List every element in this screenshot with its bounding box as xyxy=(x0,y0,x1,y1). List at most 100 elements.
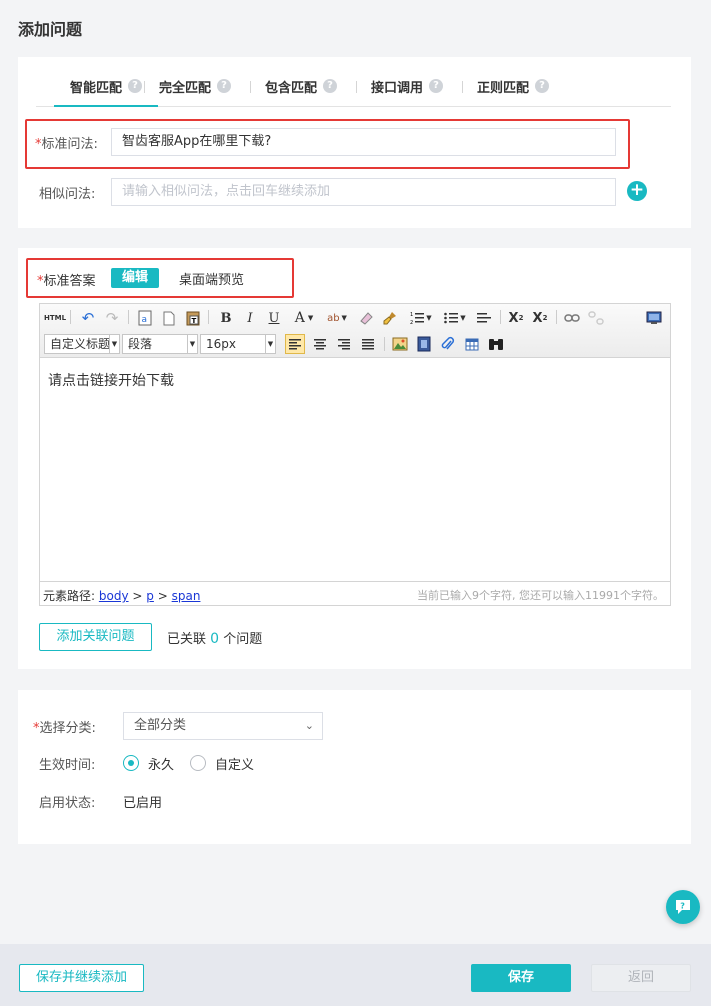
radio-custom[interactable] xyxy=(190,755,206,771)
settings-card: *选择分类: 全部分类 ⌄ 生效时间: 永久 自定义 启用状态: 已启用 xyxy=(18,690,691,844)
add-related-question-button[interactable]: 添加关联问题 xyxy=(39,623,152,651)
question-mark-icon: ? xyxy=(217,79,232,93)
italic-icon[interactable]: I xyxy=(240,308,260,328)
paragraph-select[interactable]: 段落 ▼ xyxy=(122,334,198,354)
question-mark-icon: ? xyxy=(128,79,143,93)
chevron-down-icon: ▼ xyxy=(265,335,275,353)
find-binoculars-icon[interactable] xyxy=(486,334,506,354)
toolbar-divider xyxy=(384,337,385,351)
paste-plain-icon[interactable]: T xyxy=(183,308,203,328)
font-size-select[interactable]: 16px ▼ xyxy=(200,334,276,354)
heading-select[interactable]: 自定义标题 ▼ xyxy=(44,334,120,354)
radio-permanent-label: 永久 xyxy=(148,758,175,773)
edit-tab-button[interactable]: 编辑 xyxy=(111,268,159,288)
similar-question-label: 相似问法: xyxy=(39,187,96,202)
unlink-icon[interactable] xyxy=(586,308,606,328)
toolbar-divider xyxy=(70,310,71,324)
path-p-link[interactable]: p xyxy=(146,589,154,603)
svg-text:a: a xyxy=(142,315,148,325)
svg-text:T: T xyxy=(192,317,197,325)
paste-text-icon[interactable]: a xyxy=(135,308,155,328)
standard-question-input[interactable]: 智齿客服App在哪里下载? xyxy=(111,128,616,156)
svg-text:?: ? xyxy=(680,902,685,911)
subscript-icon[interactable]: X2 xyxy=(530,308,550,328)
toolbar-divider xyxy=(500,310,501,324)
svg-text:1: 1 xyxy=(410,312,413,318)
video-icon[interactable] xyxy=(414,334,434,354)
question-mark-icon: ? xyxy=(429,79,444,93)
radio-custom-label: 自定义 xyxy=(215,758,255,773)
tab-contains-match[interactable]: 包含匹配 ? xyxy=(265,77,338,107)
element-path: 元素路径: body > p > span xyxy=(43,589,201,603)
underline-icon[interactable]: U xyxy=(264,308,284,328)
effective-time-label: 生效时间: xyxy=(39,758,96,773)
toolbar-divider xyxy=(208,310,209,324)
category-label: *选择分类: xyxy=(33,721,96,736)
editor-statusbar: 元素路径: body > p > span 当前已输入9个字符, 您还可以输入1… xyxy=(40,581,670,605)
tab-regex-match[interactable]: 正则匹配 ? xyxy=(477,77,550,107)
html-source-button[interactable]: HTML xyxy=(44,308,66,328)
standard-question-label: *标准问法: xyxy=(35,137,98,152)
save-button[interactable]: 保存 xyxy=(471,964,571,992)
question-mark-icon: ? xyxy=(323,79,338,93)
chat-question-icon[interactable]: ? xyxy=(666,890,700,924)
unordered-list-icon[interactable]: ▼ xyxy=(440,308,470,328)
back-button[interactable]: 返回 xyxy=(591,964,691,992)
enable-status-value: 已启用 xyxy=(123,796,163,811)
related-count-text: 已关联 0 个问题 xyxy=(167,631,263,647)
superscript-icon[interactable]: X2 xyxy=(506,308,526,328)
attachment-icon[interactable] xyxy=(438,334,458,354)
tab-divider xyxy=(356,81,357,93)
enable-status-label: 启用状态: xyxy=(39,796,96,811)
editor-content[interactable]: 请点击链接开始下载 xyxy=(48,370,174,390)
question-card: 智能匹配 ? 完全匹配 ? 包含匹配 ? 接口调用 ? 正则匹配 ? *标准问法… xyxy=(18,57,691,228)
align-justify-icon[interactable] xyxy=(358,334,378,354)
svg-text:2: 2 xyxy=(410,320,413,325)
radio-permanent[interactable] xyxy=(123,755,139,771)
toolbar-divider xyxy=(128,310,129,324)
related-count: 0 xyxy=(210,631,220,647)
line-height-icon[interactable] xyxy=(474,308,494,328)
plus-circle-icon[interactable]: + xyxy=(627,181,647,201)
tab-exact-match[interactable]: 完全匹配 ? xyxy=(159,77,232,107)
highlight-color-icon[interactable]: ab ▼ xyxy=(322,308,352,328)
bold-icon[interactable]: B xyxy=(216,308,236,328)
font-color-icon[interactable]: A ▼ xyxy=(289,308,319,328)
eraser-icon[interactable] xyxy=(356,308,376,328)
tab-divider xyxy=(250,81,251,93)
answer-card: *标准答案 编辑 桌面端预览 HTML ↶ ↷ a T B I U A ▼ ab ▼ xyxy=(18,248,691,669)
tab-smart-match[interactable]: 智能匹配 ? xyxy=(54,77,159,107)
tab-api-call[interactable]: 接口调用 ? xyxy=(371,77,444,107)
editor-toolbar: HTML ↶ ↷ a T B I U A ▼ ab ▼ 1 2 ▼ ▼ X 2 … xyxy=(40,304,670,358)
page-title: 添加问题 xyxy=(18,20,83,39)
char-count: 当前已输入9个字符, 您还可以输入11991个字符。 xyxy=(417,589,664,602)
path-body-link[interactable]: body xyxy=(99,589,129,603)
standard-answer-label: *标准答案 xyxy=(37,274,96,289)
save-and-continue-button[interactable]: 保存并继续添加 xyxy=(19,964,144,992)
align-left-icon[interactable] xyxy=(285,334,305,354)
tab-divider xyxy=(144,81,145,93)
chevron-down-icon: ▼ xyxy=(187,335,197,353)
question-mark-icon: ? xyxy=(535,79,550,93)
toolbar-divider xyxy=(556,310,557,324)
chevron-down-icon: ▼ xyxy=(109,335,119,353)
path-span-link[interactable]: span xyxy=(172,589,201,603)
align-center-icon[interactable] xyxy=(310,334,330,354)
undo-icon[interactable]: ↶ xyxy=(78,308,98,328)
align-right-icon[interactable] xyxy=(334,334,354,354)
similar-question-input[interactable]: 请输入相似问法，点击回车继续添加 xyxy=(111,178,616,206)
desktop-preview-tab[interactable]: 桌面端预览 xyxy=(179,269,244,288)
new-document-icon[interactable] xyxy=(159,308,179,328)
chevron-down-icon: ⌄ xyxy=(304,719,314,732)
footer-bar: 保存并继续添加 保存 返回 xyxy=(0,944,711,1006)
link-icon[interactable] xyxy=(562,308,582,328)
table-icon[interactable] xyxy=(462,334,482,354)
image-icon[interactable] xyxy=(390,334,410,354)
tab-divider xyxy=(462,81,463,93)
category-select[interactable]: 全部分类 ⌄ xyxy=(123,712,323,740)
redo-icon[interactable]: ↷ xyxy=(102,308,122,328)
match-type-tabs: 智能匹配 ? 完全匹配 ? 包含匹配 ? 接口调用 ? 正则匹配 ? xyxy=(36,57,671,107)
fullscreen-icon[interactable] xyxy=(644,308,664,328)
ordered-list-icon[interactable]: 1 2 ▼ xyxy=(406,308,436,328)
format-brush-icon[interactable] xyxy=(380,308,400,328)
